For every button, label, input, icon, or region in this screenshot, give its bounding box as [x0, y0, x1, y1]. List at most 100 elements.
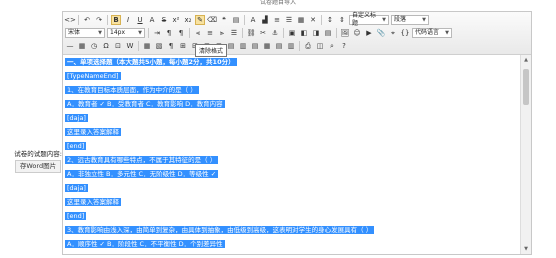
snapscreen-icon[interactable]: ⊡	[113, 41, 123, 51]
custom-title-value: 自定义标题	[352, 12, 377, 27]
align-right-icon[interactable]: ⫸	[217, 28, 227, 38]
clear-doc-icon[interactable]: ✕	[308, 15, 318, 25]
date-icon[interactable]: ▦	[77, 41, 87, 51]
separator	[283, 28, 284, 38]
font-size-value: 14px	[110, 29, 125, 36]
emotion-icon[interactable]: ☺	[352, 28, 362, 38]
unordered-list-icon[interactable]: ☰	[284, 15, 294, 25]
image-float-left-icon[interactable]: ◧	[299, 28, 309, 38]
indent-icon[interactable]: ⇥	[152, 28, 162, 38]
selected-text: 2、远古教育具有哪些特点，不属于其特征的是（ ）	[65, 156, 219, 164]
link-icon[interactable]: ⛓	[246, 28, 256, 38]
image-float-none-icon[interactable]: ▣	[287, 28, 297, 38]
image-float-right-icon[interactable]: ◨	[311, 28, 321, 38]
font-family-select[interactable]: 宋体 ▼	[65, 28, 105, 38]
back-color-icon[interactable]: ▟	[260, 15, 270, 25]
pasteplain-icon[interactable]: ▤	[231, 15, 241, 25]
line-height-icon[interactable]: ⇕	[337, 15, 347, 25]
chevron-down-icon: ▼	[422, 17, 426, 23]
split-cells-icon[interactable]: ▦	[262, 41, 272, 51]
video-icon[interactable]: ▶	[364, 28, 374, 38]
subscript-icon[interactable]: x₂	[183, 15, 193, 25]
selected-text: [daja]	[65, 184, 88, 192]
paragraph-select[interactable]: 段落 ▼	[391, 15, 429, 25]
delete-table-icon[interactable]: ▧	[154, 41, 164, 51]
direction-ltr-icon[interactable]: ¶	[164, 28, 174, 38]
split-cols-icon[interactable]: ▥	[286, 41, 296, 51]
preview-icon[interactable]: ◫	[315, 41, 325, 51]
search-replace-icon[interactable]: ⌕	[327, 41, 337, 51]
strikethrough-icon[interactable]: S	[159, 15, 169, 25]
scrollbar-thumb[interactable]	[523, 69, 529, 105]
separator	[148, 28, 149, 38]
word-image-icon[interactable]: W	[125, 41, 135, 51]
separator	[78, 15, 79, 25]
superscript-icon[interactable]: x²	[171, 15, 181, 25]
scroll-up-icon[interactable]: ▲	[523, 57, 529, 63]
vertical-scrollbar[interactable]: ▲ ▼	[520, 55, 531, 254]
direction-rtl-icon[interactable]: ¶	[176, 28, 186, 38]
horizontal-rule-icon[interactable]: —	[65, 41, 75, 51]
border-icon[interactable]: A	[147, 15, 157, 25]
editor-content[interactable]: 一、单项选择题（本大题共5小题，每小题2分，共10分） [TypeNameEnd…	[63, 55, 521, 254]
custom-title-select[interactable]: 自定义标题 ▼	[349, 12, 389, 27]
undo-icon[interactable]: ↶	[82, 15, 92, 25]
selected-text: 3、教育影响由浅入深，由简单到复杂，由具体到抽象，由低级到高级，这表明对学生的身…	[65, 226, 375, 234]
font-family-value: 宋体	[68, 29, 81, 36]
time-icon[interactable]: ◷	[89, 41, 99, 51]
print-icon[interactable]: ⎙	[303, 41, 313, 51]
content-line: 一、单项选择题（本大题共5小题，每小题2分，共10分）	[65, 57, 237, 67]
help-icon[interactable]: ?	[339, 41, 349, 51]
merge-down-icon[interactable]: ▤	[250, 41, 260, 51]
selected-text: 一、单项选择题（本大题共5小题，每小题2分，共10分）	[65, 58, 237, 66]
row-spacing-icon[interactable]: ↕	[325, 15, 335, 25]
italic-icon[interactable]: I	[123, 15, 133, 25]
chevron-down-icon: ▼	[138, 30, 142, 36]
attachment-icon[interactable]: 📎	[376, 28, 386, 38]
merge-cells-icon[interactable]: ▤	[226, 41, 236, 51]
merge-right-icon[interactable]: ▥	[238, 41, 248, 51]
code-language-value: 代码语言	[415, 29, 440, 36]
special-chars-icon[interactable]: Ω	[101, 41, 111, 51]
anchor-icon[interactable]: ⚓	[270, 28, 280, 38]
code-icon[interactable]: {}	[400, 28, 410, 38]
align-left-icon[interactable]: ⫷	[193, 28, 203, 38]
selected-text: A．顺序性 ✓ B．阶段性 C．不平衡性 D．个别差异性	[65, 240, 225, 248]
source-icon[interactable]: <>	[64, 15, 76, 25]
selected-text: [end]	[65, 212, 87, 220]
code-language-select[interactable]: 代码语言 ▼	[412, 28, 452, 38]
insert-paragraph-icon[interactable]: ¶	[166, 41, 176, 51]
image-center-icon[interactable]: ▤	[323, 28, 333, 38]
redo-icon[interactable]: ↷	[94, 15, 104, 25]
map-icon[interactable]: ⌖	[388, 28, 398, 38]
toolbar-row-2: 宋体 ▼ 14px ▼ ⇥ ¶ ¶ ⫷ ≡ ⫸ ☰ ⛓ ✂ ⚓ ▣ ◧ ◨ ▤ 🖼 …	[65, 27, 452, 39]
content-line: [end]	[65, 141, 87, 151]
unlink-icon[interactable]: ✂	[258, 28, 268, 38]
insert-row-icon[interactable]: ⊞	[178, 41, 188, 51]
bold-icon[interactable]: B	[111, 15, 121, 25]
format-match-icon[interactable]: ✎	[195, 15, 205, 25]
scroll-down-icon[interactable]: ▼	[523, 246, 529, 252]
align-center-icon[interactable]: ≡	[205, 28, 215, 38]
paragraph-value: 段落	[394, 16, 407, 23]
separator	[244, 15, 245, 25]
content-line: A．教育者 ✓ B．受教育者 C．教育影响 D．教育内容	[65, 99, 225, 109]
content-line: [end]	[65, 211, 87, 221]
insert-image-icon[interactable]: 🖼	[340, 28, 350, 38]
editor-toolbar: <> ↶ ↷ B I U A S x² x₂ ✎ ⌫ ❝ ▤ A ▟ ≡ ☰ ▦…	[63, 12, 531, 55]
ordered-list-icon[interactable]: ≡	[272, 15, 282, 25]
font-size-select[interactable]: 14px ▼	[107, 28, 145, 38]
separator	[107, 15, 108, 25]
insert-table-icon[interactable]: ▦	[142, 41, 152, 51]
select-all-icon[interactable]: ▦	[296, 15, 306, 25]
split-rows-icon[interactable]: ▤	[274, 41, 284, 51]
align-justify-icon[interactable]: ☰	[229, 28, 239, 38]
content-line: [daja]	[65, 183, 88, 193]
underline-icon[interactable]: U	[135, 15, 145, 25]
blockquote-icon[interactable]: ❝	[219, 15, 229, 25]
chevron-down-icon: ▼	[445, 30, 449, 36]
font-color-icon[interactable]: A	[248, 15, 258, 25]
clear-format-icon[interactable]: ⌫	[207, 15, 217, 25]
selected-text: A．非独立性 B．多元性 C．无阶级性 D．等级性 ✓	[65, 170, 219, 178]
save-word-image-button[interactable]: 存Word图片	[15, 160, 61, 173]
